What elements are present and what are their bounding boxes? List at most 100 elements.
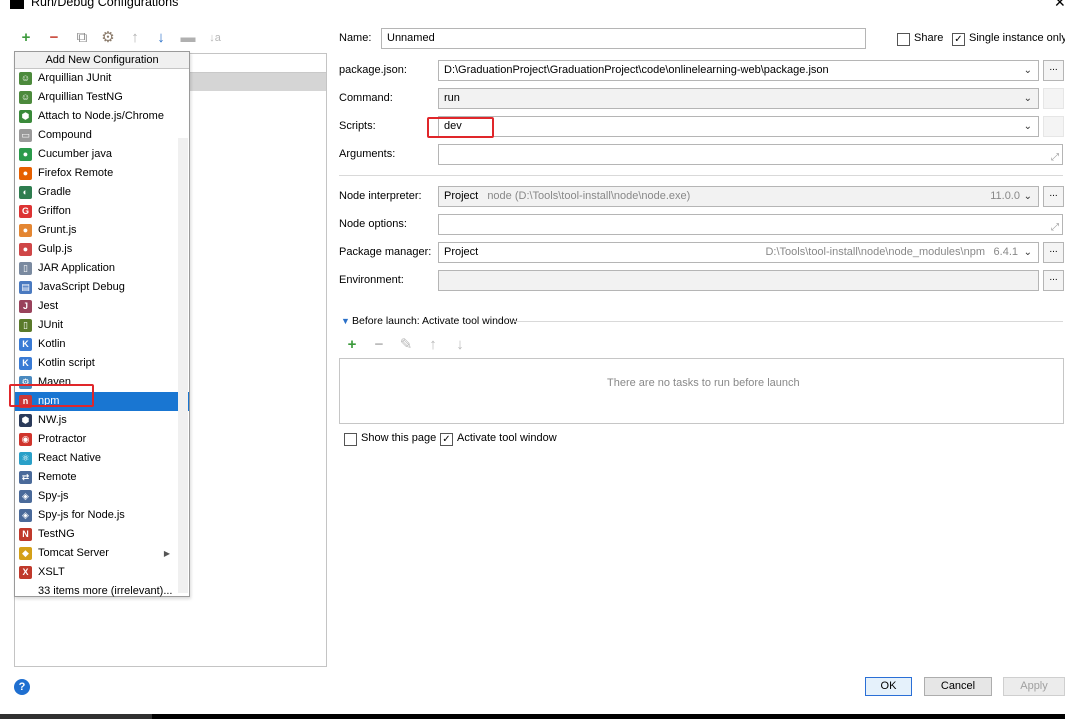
popup-item-kotlin[interactable]: K Kotlin bbox=[15, 335, 189, 354]
popup-item-label: npm bbox=[38, 395, 60, 407]
node-interpreter-select[interactable]: Project node (D:\Tools\tool-install\node… bbox=[438, 186, 1039, 207]
remove-task-icon[interactable]: − bbox=[371, 337, 387, 353]
scripts-select[interactable]: dev ⌄ bbox=[438, 116, 1039, 137]
js-debug-icon: ▤ bbox=[19, 281, 32, 294]
popup-item-kotlin-script[interactable]: K Kotlin script bbox=[15, 354, 189, 373]
copy-configuration-icon[interactable]: ⧉ bbox=[74, 30, 90, 46]
form-separator bbox=[339, 175, 1063, 176]
window-title: Run/Debug Configurations bbox=[31, 0, 179, 9]
popup-item-griffon[interactable]: G Griffon bbox=[15, 202, 189, 221]
popup-item-attach-to-node-js-chrome[interactable]: ⬢ Attach to Node.js/Chrome bbox=[15, 107, 189, 126]
gulp-icon: ● bbox=[19, 243, 32, 256]
popup-scrollbar[interactable] bbox=[178, 138, 188, 593]
move-task-up-icon[interactable]: ↑ bbox=[425, 337, 441, 353]
popup-item-cucumber-java[interactable]: ● Cucumber java bbox=[15, 145, 189, 164]
ok-button[interactable]: OK bbox=[865, 677, 912, 696]
package-json-browse-button[interactable]: ... bbox=[1043, 60, 1064, 81]
popup-item-label: Compound bbox=[38, 129, 92, 141]
activate-tool-window-checkbox[interactable]: ✓ bbox=[440, 433, 453, 446]
taskbar-segment bbox=[0, 714, 152, 719]
popup-item-testng[interactable]: N TestNG bbox=[15, 525, 189, 544]
collapse-triangle-icon[interactable]: ▼ bbox=[341, 316, 350, 326]
remove-configuration-icon[interactable]: − bbox=[46, 30, 62, 46]
expand-icon[interactable]: ⤢ bbox=[1051, 148, 1059, 164]
show-page-checkbox[interactable] bbox=[344, 433, 357, 446]
popup-item-label: Attach to Node.js/Chrome bbox=[38, 110, 164, 122]
popup-item-npm[interactable]: n npm bbox=[15, 392, 189, 411]
nwjs-icon: ⬢ bbox=[19, 414, 32, 427]
popup-item-gradle[interactable]: ◐ Gradle bbox=[15, 183, 189, 202]
share-checkbox[interactable] bbox=[897, 33, 910, 46]
environment-field[interactable] bbox=[438, 270, 1039, 291]
no-tasks-text: There are no tasks to run before launch bbox=[607, 377, 800, 389]
add-configuration-icon[interactable]: + bbox=[18, 30, 34, 46]
arguments-field[interactable]: ⤢ bbox=[438, 144, 1063, 165]
popup-item-label: Griffon bbox=[38, 205, 71, 217]
popup-item-compound[interactable]: ▭ Compound bbox=[15, 126, 189, 145]
edit-task-icon[interactable]: ✎ bbox=[398, 337, 414, 353]
popup-item-xslt[interactable]: X XSLT bbox=[15, 563, 189, 582]
popup-item-javascript-debug[interactable]: ▤ JavaScript Debug bbox=[15, 278, 189, 297]
maven-icon: ⚙ bbox=[19, 376, 32, 389]
package-manager-browse-button[interactable]: ... bbox=[1043, 242, 1064, 263]
arquillian-icon: ☺ bbox=[19, 91, 32, 104]
popup-item-label: NW.js bbox=[38, 414, 67, 426]
help-icon[interactable]: ? bbox=[14, 679, 30, 695]
add-task-icon[interactable]: + bbox=[344, 337, 360, 353]
popup-item-maven[interactable]: ⚙ Maven bbox=[15, 373, 189, 392]
popup-item-react-native[interactable]: ⚛ React Native bbox=[15, 449, 189, 468]
node-interpreter-browse-button[interactable]: ... bbox=[1043, 186, 1064, 207]
popup-item-arquillian-junit[interactable]: ☺ Arquillian JUnit bbox=[15, 69, 189, 88]
popup-item-label: Maven bbox=[38, 376, 72, 388]
popup-item-remote[interactable]: ⇄ Remote bbox=[15, 468, 189, 487]
popup-item-33-items-more-irrelevant[interactable]: 33 items more (irrelevant)... bbox=[15, 582, 189, 601]
command-select[interactable]: run ⌄ bbox=[438, 88, 1039, 109]
popup-item-protractor[interactable]: ◉ Protractor bbox=[15, 430, 189, 449]
popup-item-gulp-js[interactable]: ● Gulp.js bbox=[15, 240, 189, 259]
popup-item-label: Arquillian TestNG bbox=[38, 91, 123, 103]
show-page-label: Show this page bbox=[361, 432, 437, 444]
popup-item-label: Firefox Remote bbox=[38, 167, 114, 179]
move-up-icon[interactable]: ↑ bbox=[127, 30, 143, 46]
chevron-down-icon: ⌄ bbox=[1023, 121, 1032, 132]
single-instance-checkbox[interactable]: ✓ bbox=[952, 33, 965, 46]
submenu-arrow-icon: ▶ bbox=[163, 549, 170, 558]
popup-item-label: Spy-js for Node.js bbox=[38, 509, 125, 521]
popup-item-jar-application[interactable]: ▯ JAR Application bbox=[15, 259, 189, 278]
environment-label: Environment: bbox=[339, 274, 404, 286]
node-options-field[interactable]: ⤢ bbox=[438, 214, 1063, 235]
popup-item-spy-js-for-node-js[interactable]: ◈ Spy-js for Node.js bbox=[15, 506, 189, 525]
before-launch-separator bbox=[514, 321, 1063, 322]
popup-item-label: Remote bbox=[38, 471, 77, 483]
sort-icon[interactable]: ↓a bbox=[207, 30, 223, 46]
folder-icon[interactable]: ▬ bbox=[180, 30, 196, 46]
move-task-down-icon[interactable]: ↓ bbox=[452, 337, 468, 353]
command-label: Command: bbox=[339, 92, 393, 104]
move-down-icon[interactable]: ↓ bbox=[153, 30, 169, 46]
package-manager-select[interactable]: Project D:\Tools\tool-install\node\node_… bbox=[438, 242, 1039, 263]
jest-icon: J bbox=[19, 300, 32, 313]
cancel-button[interactable]: Cancel bbox=[924, 677, 992, 696]
before-launch-label[interactable]: Before launch: Activate tool window bbox=[352, 315, 517, 327]
expand-icon[interactable]: ⤢ bbox=[1051, 218, 1059, 234]
popup-item-arquillian-testng[interactable]: ☺ Arquillian TestNG bbox=[15, 88, 189, 107]
name-field[interactable]: Unnamed bbox=[381, 28, 866, 49]
popup-item-spy-js[interactable]: ◈ Spy-js bbox=[15, 487, 189, 506]
popup-item-junit[interactable]: ▯ JUnit bbox=[15, 316, 189, 335]
apply-button[interactable]: Apply bbox=[1003, 677, 1065, 696]
attach-node-icon: ⬢ bbox=[19, 110, 32, 123]
environment-browse-button[interactable]: ... bbox=[1043, 270, 1064, 291]
before-launch-task-list[interactable] bbox=[339, 358, 1064, 424]
node-interpreter-label: Node interpreter: bbox=[339, 190, 422, 202]
popup-item-firefox-remote[interactable]: ● Firefox Remote bbox=[15, 164, 189, 183]
popup-item-tomcat-server[interactable]: ◆ Tomcat Server ▶ bbox=[15, 544, 189, 563]
popup-item-grunt-js[interactable]: ● Grunt.js bbox=[15, 221, 189, 240]
popup-item-label: Kotlin script bbox=[38, 357, 95, 369]
tree-selected-row[interactable] bbox=[189, 73, 326, 91]
edit-defaults-icon[interactable]: ⚙ bbox=[100, 30, 116, 46]
react-icon: ⚛ bbox=[19, 452, 32, 465]
popup-item-nw-js[interactable]: ⬢ NW.js bbox=[15, 411, 189, 430]
popup-item-jest[interactable]: J Jest bbox=[15, 297, 189, 316]
close-icon[interactable]: ✕ bbox=[1054, 0, 1065, 11]
package-json-select[interactable]: D:\GraduationProject\GraduationProject\c… bbox=[438, 60, 1039, 81]
